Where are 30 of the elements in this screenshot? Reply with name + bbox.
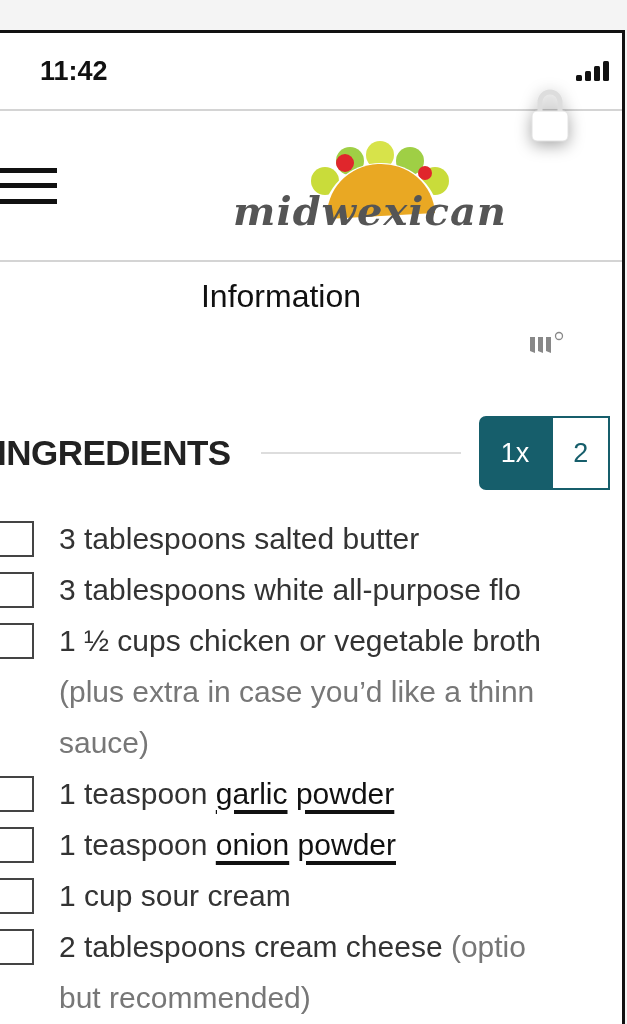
checkbox[interactable]: [0, 928, 34, 965]
ingredient-link[interactable]: powder: [297, 827, 396, 861]
signal-icon: [576, 61, 610, 81]
ingredient-text: 1 teaspoon garlic powder: [59, 776, 395, 811]
ingredient-link[interactable]: garlic: [215, 776, 288, 810]
ingredient-note: (plus extra in case you’d like a thinn: [59, 674, 535, 709]
ingredient-text: 3 tablespoons white all-purpose flo: [59, 572, 521, 607]
brand-mark-icon: [528, 331, 564, 355]
status-time: 11:42: [40, 55, 108, 87]
checkbox[interactable]: [0, 877, 34, 914]
checkbox[interactable]: [0, 826, 34, 863]
logo-text[interactable]: midwexican: [233, 187, 507, 234]
checkbox[interactable]: [0, 775, 34, 812]
ingredient-link[interactable]: powder: [295, 776, 395, 810]
checkbox[interactable]: [0, 571, 34, 608]
ingredient-text: 2 tablespoons cream cheese (optio: [59, 929, 526, 964]
info-link[interactable]: Information: [200, 278, 362, 314]
ingredient-text: 3 tablespoons salted butter: [59, 521, 420, 556]
menu-icon[interactable]: [0, 167, 57, 204]
ingredient-link[interactable]: onion: [215, 827, 290, 861]
ingredient-note: sauce): [59, 725, 150, 760]
servings-button[interactable]: 1x: [478, 416, 552, 490]
ingredient-note: but recommended): [59, 980, 311, 1015]
ingredient-text: 1 teaspoon onion powder: [59, 827, 396, 862]
checkbox[interactable]: [0, 622, 34, 659]
ingredients-heading: INGREDIENTS: [0, 433, 231, 473]
checkbox[interactable]: [0, 520, 34, 557]
ingredient-text: 1 cup sour cream: [59, 878, 291, 913]
servings-button[interactable]: 2: [551, 416, 611, 490]
ingredient-text: 1 ½ cups chicken or vegetable broth: [59, 623, 541, 658]
